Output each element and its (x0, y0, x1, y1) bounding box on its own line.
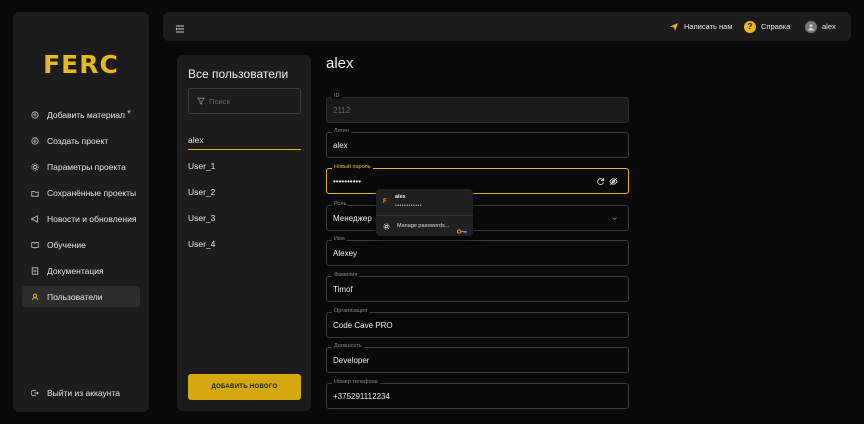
field-value: Alexey (333, 249, 358, 258)
first-name-field[interactable]: Имя Alexey (326, 236, 629, 266)
write-us-button[interactable]: Написать нам (669, 12, 733, 41)
username-label: alex (822, 22, 836, 31)
chevron-down-icon (612, 217, 617, 221)
user-list: alex User_1 User_2 User_3 User_4 (188, 130, 301, 260)
suggestion-username: alex (395, 194, 406, 200)
organization-field[interactable]: Организация Code Cave PRO (326, 308, 629, 338)
field-value: •••••••••• (333, 177, 362, 186)
sidebar: FERC Добавить материал ▼ Создать проект … (13, 12, 149, 412)
help-icon: ? (744, 20, 756, 33)
avatar (805, 20, 817, 33)
sidebar-item-label: Новости и обновления (47, 213, 137, 224)
sidebar-item-create-project[interactable]: Создать проект (22, 130, 140, 151)
sidebar-item-label: Добавить материал (47, 109, 125, 120)
sidebar-item-label: Параметры проекта (47, 161, 126, 172)
last-name-field[interactable]: Фамилия Timof (326, 272, 629, 302)
sidebar-toggle-icon[interactable] (175, 21, 185, 33)
id-field: ID 2112 (326, 93, 629, 123)
field-label: Должность (332, 343, 364, 349)
list-item[interactable]: User_3 (188, 208, 301, 228)
book-icon (31, 241, 39, 249)
sidebar-item-label: Обучение (47, 239, 86, 250)
autofill-suggestion[interactable]: F alex •••••••••••• (376, 189, 473, 215)
field-value: Timof (333, 285, 353, 294)
sidebar-item-label: Документация (47, 265, 104, 276)
add-user-button[interactable]: ДОБАВИТЬ НОВОГО (188, 374, 301, 400)
login-field[interactable]: Логин alex (326, 128, 629, 158)
list-item[interactable]: User_4 (188, 234, 301, 254)
sidebar-item-project-settings[interactable]: Параметры проекта (22, 156, 140, 177)
field-label: Логин (332, 128, 351, 134)
sidebar-nav: Добавить материал ▼ Создать проект Парам… (22, 104, 140, 312)
field-label: Новый пароль (332, 164, 373, 170)
site-logo-icon: F (383, 199, 387, 205)
users-panel: Все пользователи alex User_1 User_2 User… (177, 55, 311, 411)
suggestion-password: •••••••••••• (395, 203, 423, 209)
refresh-icon[interactable] (596, 177, 605, 186)
page-title: alex (326, 55, 354, 72)
divider (376, 215, 473, 216)
field-value: 2112 (333, 106, 351, 115)
chevron-down-icon: ▼ (126, 110, 132, 116)
logout-icon (31, 389, 39, 397)
megaphone-icon (31, 214, 39, 223)
list-item[interactable]: User_2 (188, 182, 301, 202)
document-icon (31, 266, 39, 275)
field-value: +375291112234 (333, 392, 390, 401)
send-icon (669, 22, 679, 32)
sidebar-item-saved-projects[interactable]: Сохранённые проекты (22, 182, 140, 203)
sidebar-item-documentation[interactable]: Документация (22, 260, 140, 281)
sidebar-item-add-material[interactable]: Добавить материал ▼ (22, 104, 140, 125)
field-value: alex (333, 141, 348, 150)
sidebar-item-learning[interactable]: Обучение (22, 234, 140, 255)
gear-icon (383, 222, 390, 230)
plus-circle-icon (31, 136, 39, 145)
key-icon (457, 221, 467, 239)
manage-passwords-label: Manage passwords... (397, 223, 450, 229)
field-label: ID (332, 93, 342, 99)
logout-label: Выйти из аккаунта (47, 388, 120, 398)
logout-button[interactable]: Выйти из аккаунта (31, 388, 120, 398)
field-value: Developer (333, 356, 370, 365)
eye-off-icon[interactable] (609, 177, 618, 186)
password-actions (596, 177, 618, 186)
help-label: Справка (761, 22, 791, 31)
filter-icon (197, 97, 205, 105)
search-input[interactable] (209, 96, 299, 106)
role-select[interactable]: Роль Менеджер (326, 201, 629, 231)
header: Написать нам ? Справка alex (163, 12, 851, 41)
user-icon (31, 293, 39, 301)
position-field[interactable]: Должность Developer (326, 343, 629, 373)
sidebar-item-label: Сохранённые проекты (47, 187, 137, 198)
field-label: Роль (332, 201, 349, 207)
write-us-label: Написать нам (684, 22, 733, 31)
sidebar-item-news[interactable]: Новости и обновления (22, 208, 140, 229)
phone-field[interactable]: Номер телефона +375291112234 (326, 379, 629, 409)
sidebar-item-users[interactable]: Пользователи (22, 286, 140, 307)
list-item[interactable]: alex (188, 130, 301, 150)
new-password-field[interactable]: Новый пароль •••••••••• (326, 164, 629, 194)
logo: FERC (43, 50, 119, 79)
field-label: Организация (332, 308, 370, 314)
plus-circle-icon (31, 110, 39, 119)
sidebar-item-label: Пользователи (47, 291, 103, 302)
field-value: Code Cave PRO (333, 321, 393, 330)
help-button[interactable]: ? Справка (744, 12, 790, 41)
list-item[interactable]: User_1 (188, 156, 301, 176)
users-panel-title: Все пользователи (188, 67, 289, 81)
field-value: Менеджер (333, 214, 372, 223)
sidebar-item-label: Создать проект (47, 135, 109, 146)
field-label: Номер телефона (332, 379, 380, 385)
user-menu[interactable]: alex (805, 12, 836, 41)
search-box[interactable] (188, 88, 301, 114)
gear-icon (31, 162, 39, 171)
folder-icon (31, 189, 39, 197)
password-autofill-popup: F alex •••••••••••• Manage passwords... (376, 189, 473, 236)
field-label: Фамилия (332, 272, 360, 278)
field-label: Имя (332, 236, 347, 242)
